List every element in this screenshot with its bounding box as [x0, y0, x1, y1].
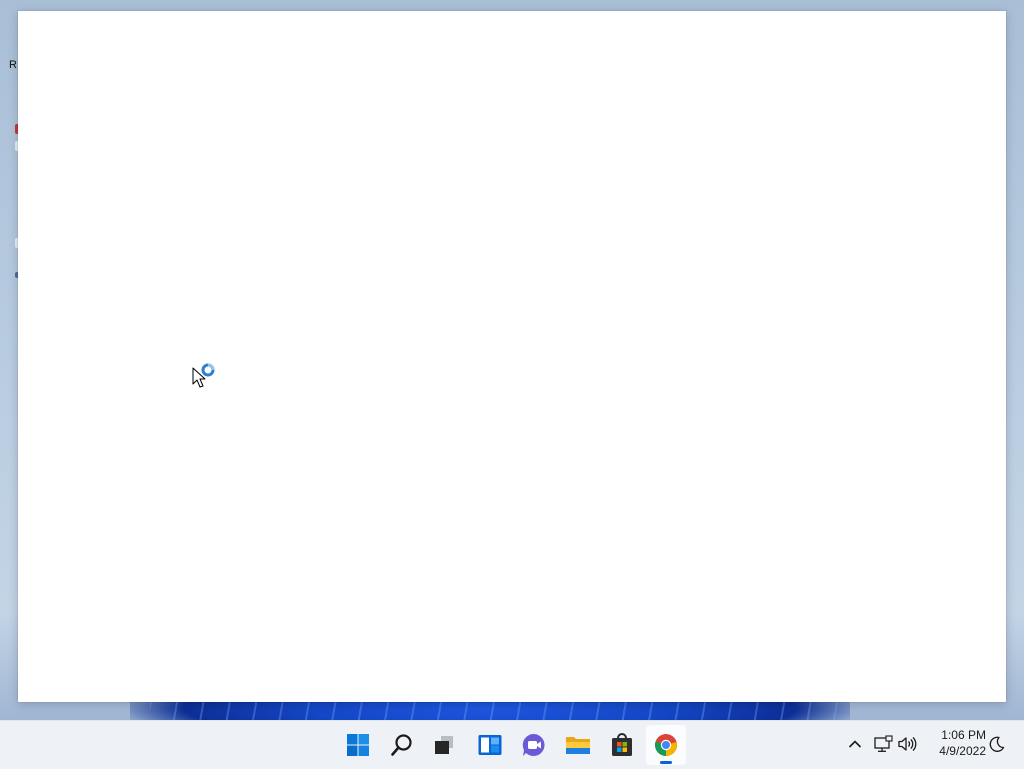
network-button[interactable]	[872, 733, 894, 755]
clock-time: 1:06 PM	[941, 728, 986, 742]
chevron-up-icon	[848, 740, 862, 748]
volume-button[interactable]	[896, 733, 918, 755]
active-app-indicator	[660, 761, 672, 764]
taskbar-search-button[interactable]	[382, 725, 422, 765]
busy-pointer-icon	[192, 363, 215, 388]
taskbar-store-button[interactable]	[602, 725, 642, 765]
clock-date: 4/9/2022	[939, 744, 986, 758]
task-view-icon	[435, 736, 453, 754]
focus-assist-moon-icon	[989, 736, 1005, 752]
taskbar-chat-button[interactable]	[514, 725, 554, 765]
chrome-icon	[655, 734, 677, 756]
store-icon	[612, 733, 632, 756]
blank-app-window[interactable]	[18, 11, 1006, 702]
desktop-icon-label[interactable]: R	[9, 59, 17, 71]
taskbar-clock[interactable]: 1:06 PM 4/9/2022	[926, 727, 986, 759]
chat-icon	[522, 733, 545, 756]
wallpaper-bloom-lines	[150, 700, 840, 720]
taskbar-chrome-button[interactable]	[646, 725, 686, 765]
folder-icon	[566, 737, 590, 754]
network-icon	[874, 735, 893, 752]
show-hidden-icons-button[interactable]	[844, 733, 866, 755]
windows-start-icon	[347, 734, 369, 756]
taskbar	[0, 720, 1024, 769]
widgets-icon	[478, 735, 502, 755]
volume-icon	[898, 737, 917, 751]
taskbar-widgets-button[interactable]	[470, 725, 510, 765]
search-icon	[391, 734, 412, 756]
taskbar-task-view-button[interactable]	[424, 725, 464, 765]
taskbar-file-explorer-button[interactable]	[558, 725, 598, 765]
notification-center-button[interactable]	[986, 733, 1008, 755]
taskbar-start-button[interactable]	[338, 725, 378, 765]
